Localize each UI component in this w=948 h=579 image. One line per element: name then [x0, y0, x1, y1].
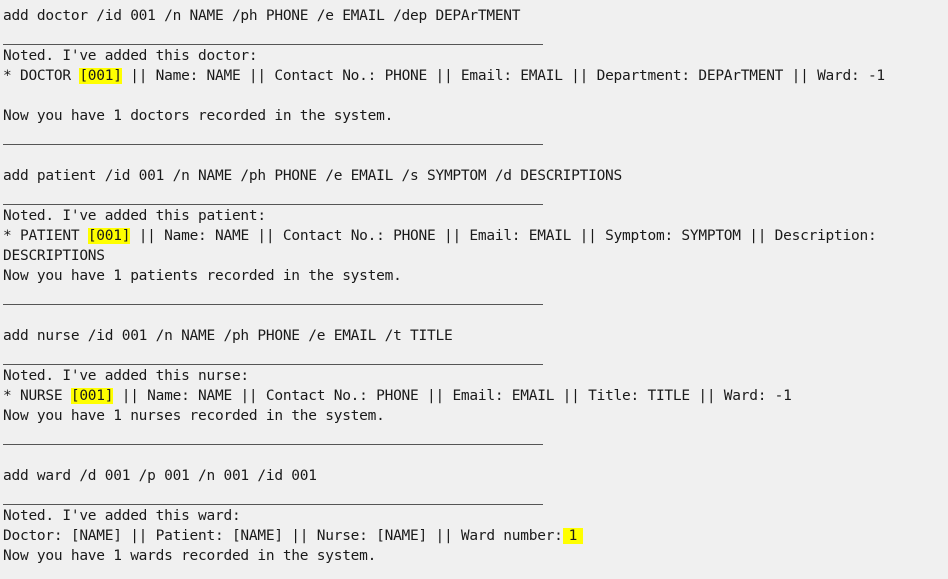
nurse-command-line: add nurse /id 001 /n NAME /ph PHONE /e E… — [3, 328, 453, 344]
doctor-entry-prefix: * DOCTOR — [3, 68, 80, 84]
ward-noted-line: Noted. I've added this ward: — [3, 508, 241, 524]
separator — [3, 126, 948, 146]
doctor-id-highlight: [001] — [79, 68, 122, 84]
doctor-count-line: Now you have 1 doctors recorded in the s… — [3, 108, 394, 124]
separator — [3, 286, 948, 306]
separator — [3, 26, 948, 46]
separator — [3, 426, 948, 446]
ward-entry-details: Doctor: [NAME] || Patient: [NAME] || Nur… — [3, 528, 563, 544]
doctor-entry-details: || Name: NAME || Contact No.: PHONE || E… — [121, 68, 885, 84]
separator — [3, 346, 948, 366]
separator — [3, 186, 948, 206]
patient-entry-line: * PATIENT [001] || Name: NAME || Contact… — [3, 226, 948, 246]
nurse-entry-prefix: * NURSE — [3, 388, 71, 404]
patient-count-line: Now you have 1 patients recorded in the … — [3, 268, 402, 284]
patient-entry-wrap-line: DESCRIPTIONS — [3, 248, 105, 264]
nurse-id-highlight: [001] — [70, 388, 114, 404]
nurse-noted-line: Noted. I've added this nurse: — [3, 368, 249, 384]
doctor-noted-line: Noted. I've added this doctor: — [3, 48, 258, 64]
patient-entry-details: || Name: NAME || Contact No.: PHONE || E… — [130, 228, 877, 244]
separator — [3, 486, 948, 506]
patient-command-line: add patient /id 001 /n NAME /ph PHONE /e… — [3, 168, 623, 184]
nurse-count-line: Now you have 1 nurses recorded in the sy… — [3, 408, 385, 424]
ward-entry-line: Doctor: [NAME] || Patient: [NAME] || Nur… — [3, 526, 948, 546]
doctor-command-line: add doctor /id 001 /n NAME /ph PHONE /e … — [3, 8, 521, 24]
nurse-entry-details: || Name: NAME || Contact No.: PHONE || E… — [113, 388, 792, 404]
terminal-output: add doctor /id 001 /n NAME /ph PHONE /e … — [3, 6, 948, 566]
patient-entry-prefix: * PATIENT — [3, 228, 88, 244]
nurse-entry-line: * NURSE [001] || Name: NAME || Contact N… — [3, 386, 948, 406]
ward-number-highlight: 1 — [562, 528, 584, 544]
patient-noted-line: Noted. I've added this patient: — [3, 208, 266, 224]
doctor-entry-line: * DOCTOR [001] || Name: NAME || Contact … — [3, 66, 948, 86]
ward-command-line: add ward /d 001 /p 001 /n 001 /id 001 — [3, 468, 317, 484]
ward-count-line: Now you have 1 wards recorded in the sys… — [3, 548, 377, 564]
patient-id-highlight: [001] — [87, 228, 131, 244]
